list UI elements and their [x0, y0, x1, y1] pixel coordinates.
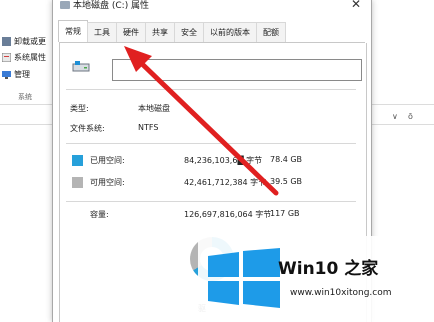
watermark-url: www.win10xitong.com	[290, 288, 392, 298]
watermark-text: Win10 之家	[278, 259, 379, 279]
watermark-logo: Win10 之家 www.win10xitong.com	[198, 236, 434, 322]
windows-logo-icon	[208, 248, 280, 308]
